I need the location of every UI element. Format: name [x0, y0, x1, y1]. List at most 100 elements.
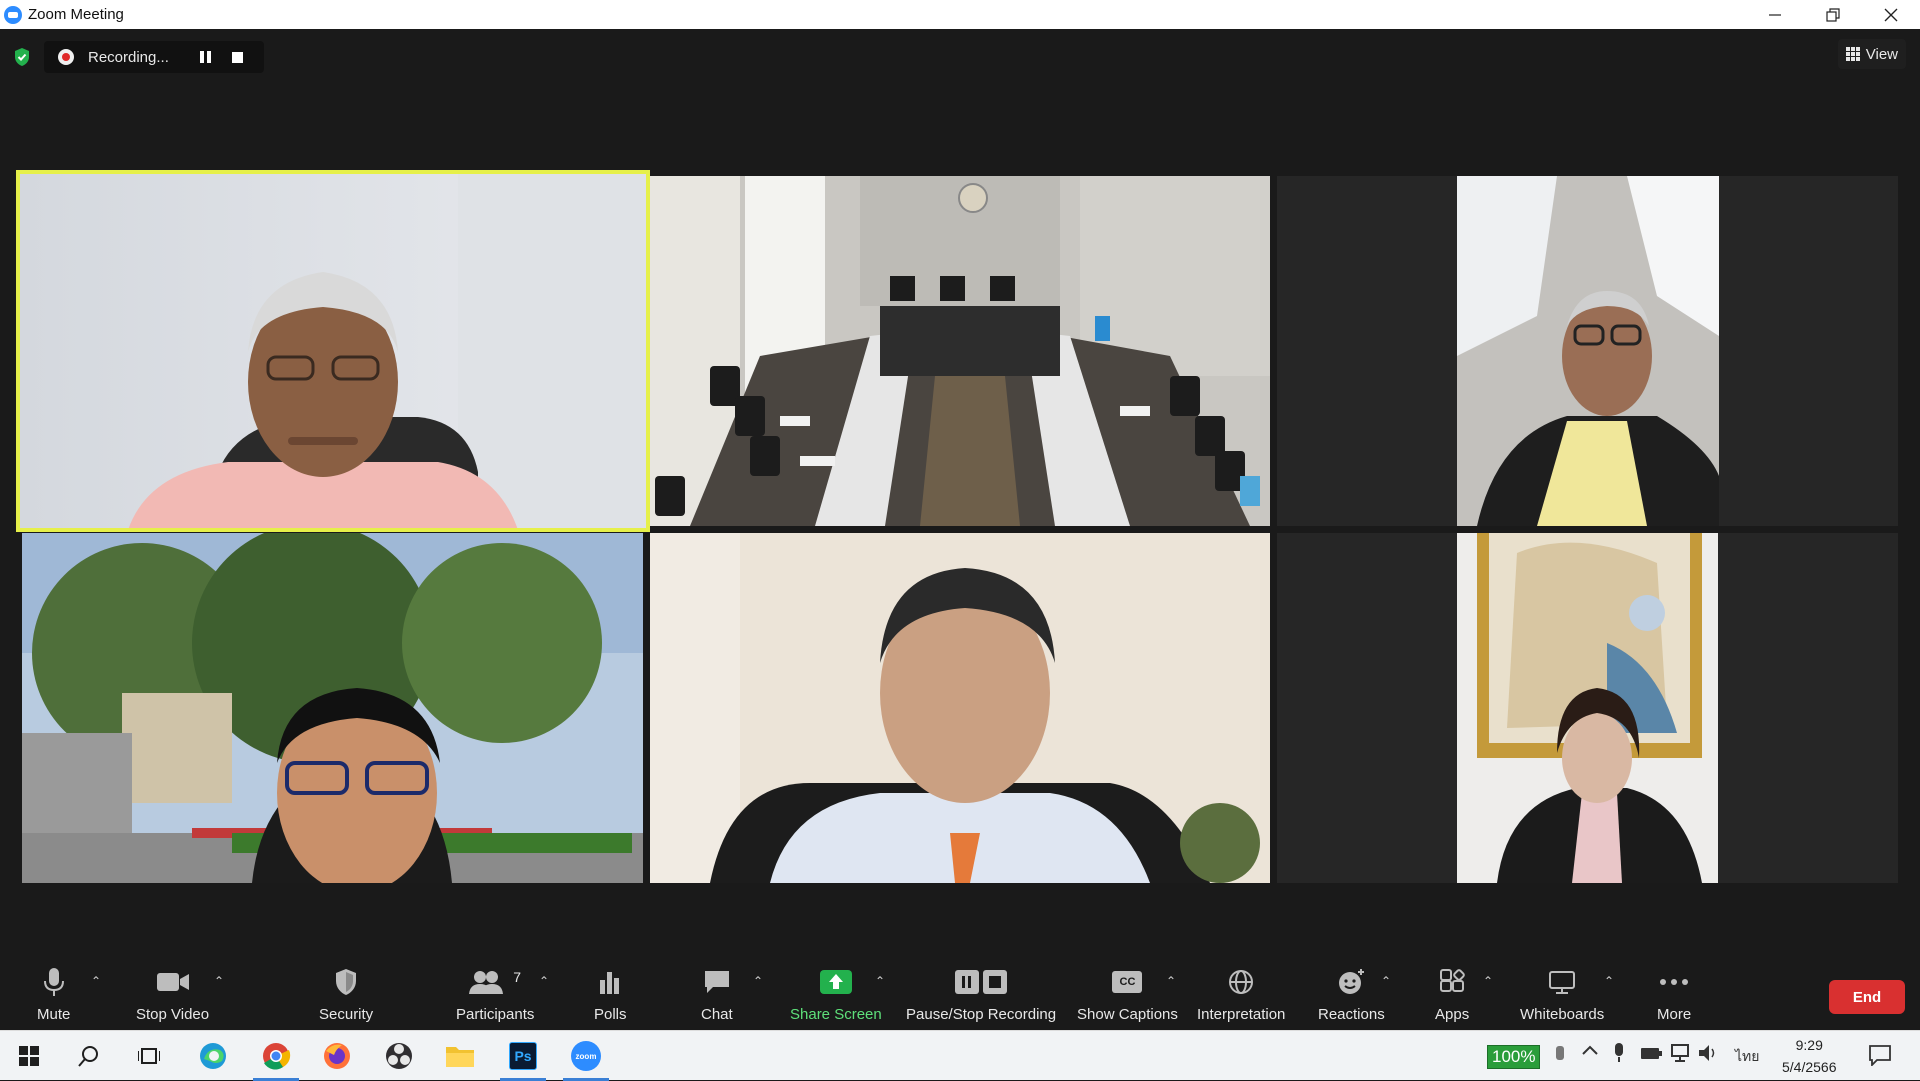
captions-options-chevron-icon[interactable]: ⌃ — [1166, 974, 1176, 988]
reactions-options-chevron-icon[interactable]: ⌃ — [1381, 974, 1391, 988]
video-tile-participant-2-meeting-room[interactable] — [650, 176, 1270, 526]
input-language-indicator[interactable]: ไทย — [1735, 1046, 1759, 1068]
restore-button[interactable] — [1804, 0, 1862, 29]
network-icon[interactable] — [1670, 1043, 1692, 1068]
stop-recording-icon[interactable] — [232, 51, 243, 63]
audio-options-chevron-icon[interactable]: ⌃ — [91, 974, 101, 988]
whiteboards-options-chevron-icon[interactable]: ⌃ — [1604, 974, 1614, 988]
video-tile-participant-6[interactable] — [1457, 533, 1718, 883]
battery-percentage[interactable]: 100% — [1487, 1045, 1541, 1069]
polls-label: Polls — [594, 1006, 627, 1023]
recording-dot-icon — [58, 49, 74, 65]
zoom-app-icon — [4, 5, 22, 24]
close-icon — [1884, 8, 1898, 21]
taskbar-chrome[interactable] — [247, 1031, 305, 1081]
taskbar-photoshop[interactable]: Ps — [494, 1031, 552, 1081]
end-meeting-button[interactable]: End — [1829, 980, 1905, 1014]
pause-recording-icon[interactable] — [200, 51, 212, 63]
globe-icon — [1228, 966, 1254, 998]
show-hidden-icons-chevron-icon[interactable] — [1582, 1043, 1598, 1061]
security-button[interactable]: Security — [319, 966, 373, 1023]
volume-icon[interactable] — [1698, 1043, 1720, 1068]
polls-button[interactable]: Polls — [594, 966, 627, 1023]
chat-label: Chat — [701, 1006, 733, 1023]
taskbar-obs[interactable] — [370, 1031, 428, 1081]
taskbar-edge[interactable] — [184, 1031, 242, 1081]
share-screen-icon — [819, 966, 852, 998]
video-options-chevron-icon[interactable]: ⌃ — [214, 974, 224, 988]
taskbar-firefox[interactable] — [308, 1031, 366, 1081]
video-tile-participant-1[interactable] — [16, 170, 650, 532]
reactions-button[interactable]: Reactions — [1318, 966, 1385, 1023]
pause-stop-recording-button[interactable]: Pause/Stop Recording — [906, 966, 1056, 1023]
taskbar-file-explorer[interactable] — [431, 1031, 489, 1081]
apps-button[interactable]: Apps — [1435, 966, 1469, 1023]
share-options-chevron-icon[interactable]: ⌃ — [875, 974, 885, 988]
meeting-area: Recording... View — [0, 29, 1920, 970]
video-tile-participant-5[interactable] — [650, 533, 1270, 883]
taskbar-search-button[interactable] — [60, 1031, 118, 1081]
encryption-shield-icon[interactable] — [12, 46, 32, 68]
window-title: Zoom Meeting — [28, 6, 124, 23]
chat-button[interactable]: Chat — [701, 966, 733, 1023]
search-icon — [78, 1046, 98, 1067]
participants-count: 7 — [513, 969, 522, 985]
participants-options-chevron-icon[interactable]: ⌃ — [539, 974, 549, 988]
mute-label: Mute — [37, 1006, 71, 1023]
video-tile-participant-3[interactable] — [1457, 176, 1719, 526]
interpretation-label: Interpretation — [1197, 1006, 1286, 1023]
view-button[interactable]: View — [1837, 39, 1906, 69]
polls-icon — [598, 966, 622, 998]
system-clock[interactable]: 9:29 5/4/2566 — [1782, 1034, 1837, 1078]
stop-video-label: Stop Video — [136, 1006, 210, 1023]
microphone-tray-icon[interactable] — [1613, 1043, 1625, 1068]
taskbar-zoom[interactable]: zoom — [557, 1031, 615, 1081]
video-camera-icon — [156, 966, 190, 998]
touch-keyboard-icon[interactable] — [1554, 1045, 1568, 1068]
pause-stop-recording-icon — [953, 966, 1009, 998]
share-screen-button[interactable]: Share Screen — [790, 966, 882, 1023]
mute-button[interactable]: Mute — [37, 966, 70, 1023]
whiteboards-label: Whiteboards — [1520, 1006, 1605, 1023]
apps-icon — [1439, 966, 1465, 998]
interpretation-button[interactable]: Interpretation — [1197, 966, 1285, 1023]
share-screen-label: Share Screen — [790, 1006, 882, 1023]
window-title-bar: Zoom Meeting — [0, 0, 1920, 29]
security-shield-icon — [334, 966, 358, 998]
meeting-top-left: Recording... — [12, 41, 264, 73]
participants-icon: 7 — [469, 966, 521, 998]
stop-video-button[interactable]: Stop Video — [136, 966, 209, 1023]
task-view-button[interactable] — [120, 1031, 178, 1081]
whiteboard-icon — [1548, 966, 1576, 998]
clock-date: 5/4/2566 — [1782, 1059, 1837, 1075]
chat-options-chevron-icon[interactable]: ⌃ — [753, 974, 763, 988]
restore-icon — [1826, 7, 1840, 22]
windows-start-button[interactable] — [0, 1031, 58, 1081]
participants-button[interactable]: 7 Participants — [456, 966, 534, 1023]
more-ellipsis-icon — [1659, 966, 1689, 998]
minimize-button[interactable] — [1746, 0, 1804, 29]
apps-options-chevron-icon[interactable]: ⌃ — [1483, 974, 1493, 988]
notifications-icon[interactable] — [1868, 1044, 1892, 1071]
show-captions-button[interactable]: CC Show Captions — [1077, 966, 1178, 1023]
chat-bubble-icon — [703, 966, 731, 998]
security-label: Security — [319, 1006, 374, 1023]
meeting-toolbar: Mute ⌃ Stop Video ⌃ Security 7 Participa… — [0, 960, 1920, 1030]
firefox-browser-icon — [324, 1043, 350, 1069]
more-label: More — [1657, 1006, 1692, 1023]
close-button[interactable] — [1862, 0, 1920, 29]
whiteboards-button[interactable]: Whiteboards — [1520, 966, 1604, 1023]
obs-studio-icon — [386, 1043, 412, 1069]
video-tile-participant-4[interactable] — [22, 533, 643, 883]
more-button[interactable]: More — [1657, 966, 1691, 1023]
zoom-taskbar-icon: zoom — [571, 1041, 601, 1071]
windows-taskbar: Ps zoom 100% ไทย 9:29 5/4/2566 — [0, 1030, 1920, 1081]
battery-icon[interactable] — [1640, 1043, 1662, 1068]
show-captions-label: Show Captions — [1077, 1006, 1178, 1023]
recording-indicator: Recording... — [44, 41, 264, 73]
task-view-icon — [138, 1048, 160, 1064]
reactions-label: Reactions — [1318, 1006, 1385, 1023]
reactions-smiley-icon — [1337, 966, 1365, 998]
folder-icon — [446, 1047, 474, 1067]
microphone-icon — [43, 966, 65, 998]
